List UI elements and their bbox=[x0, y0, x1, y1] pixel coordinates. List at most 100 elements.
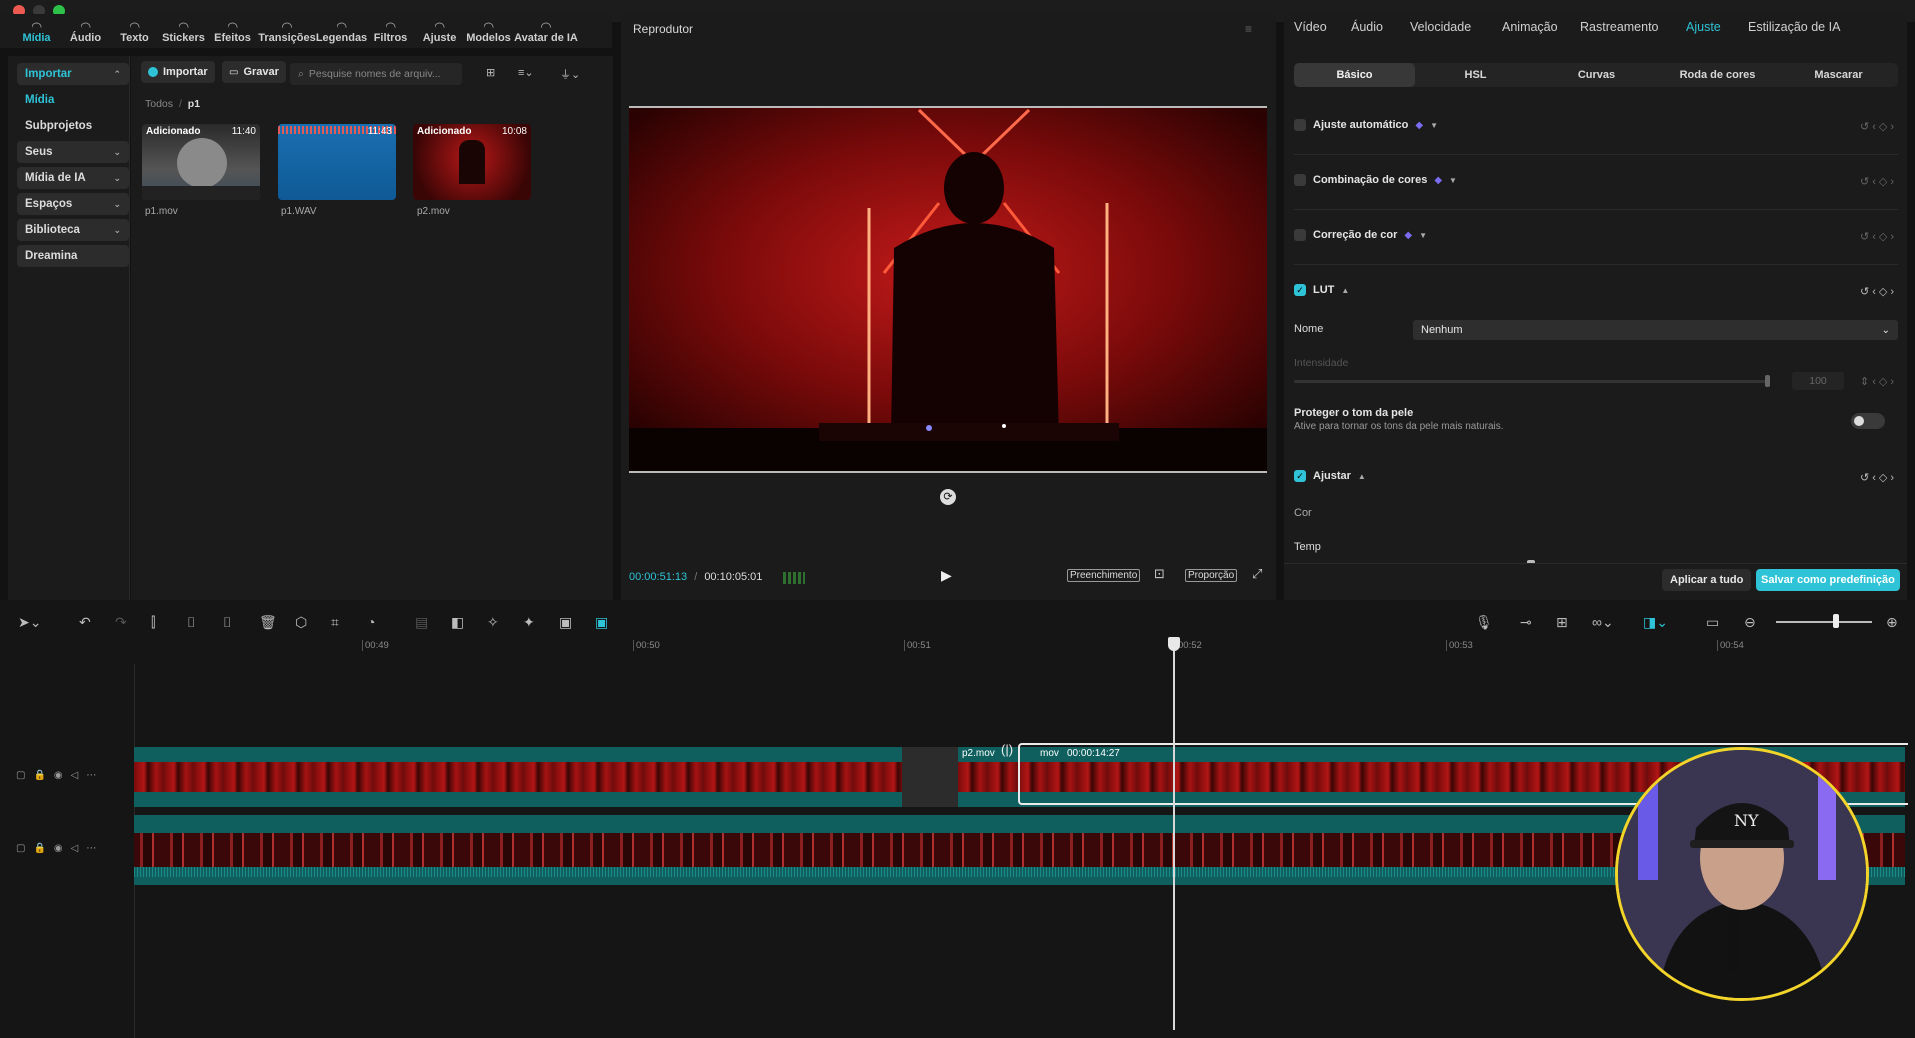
caption-tool-icon[interactable]: ▣ bbox=[559, 614, 572, 631]
tab-ajuste[interactable]: Ajuste bbox=[1686, 20, 1721, 34]
refresh-preview-icon[interactable]: ⟳ bbox=[940, 489, 956, 505]
sidebar-item-seus[interactable]: Seus ⌄ bbox=[17, 141, 129, 163]
filter-icon[interactable]: ⏚⌄ bbox=[560, 66, 580, 82]
split-right-icon[interactable]: ⌷ bbox=[223, 614, 231, 631]
chevron-down-icon[interactable]: ▼ bbox=[1419, 231, 1427, 240]
speed-icon[interactable]: ◔ bbox=[367, 614, 375, 630]
screenshot-icon[interactable]: ⊡ bbox=[1154, 566, 1165, 582]
color-combo-checkbox[interactable] bbox=[1294, 174, 1306, 186]
tool-sticker[interactable]: ◠ Stickers bbox=[159, 22, 208, 48]
subtab-hsl[interactable]: HSL bbox=[1415, 63, 1536, 87]
subtab-curvas[interactable]: Curvas bbox=[1536, 63, 1657, 87]
import-button[interactable]: Importar bbox=[141, 61, 215, 83]
chevron-down-icon[interactable]: ▼ bbox=[1449, 176, 1457, 185]
chevron-up-icon[interactable]: ▲ bbox=[1341, 286, 1349, 295]
tab-estiliza-o-de-ia[interactable]: Estilização de IA bbox=[1748, 20, 1840, 34]
tool-filters[interactable]: ◠ Filtros bbox=[366, 22, 415, 48]
record-button[interactable]: ▭ Gravar bbox=[222, 61, 286, 83]
sidebar-item-m-dia-de-ia[interactable]: Mídia de IA ⌄ bbox=[17, 167, 129, 189]
intensity-slider-handle[interactable] bbox=[1765, 375, 1770, 387]
playhead[interactable] bbox=[1173, 640, 1175, 1030]
media-search-input[interactable]: ⌕ Pesquise nomes de arquiv... bbox=[290, 63, 462, 85]
view-mode-icon[interactable]: ⊞ bbox=[486, 66, 495, 79]
chevron-up-icon[interactable]: ▲ bbox=[1358, 472, 1366, 481]
tool-captions[interactable]: ◠ Legendas bbox=[316, 22, 367, 48]
aspect-ratio-button[interactable]: Proporção bbox=[1185, 569, 1238, 582]
split-icon[interactable]: ⫿ bbox=[151, 614, 155, 631]
transition-handle-icon[interactable]: (|) bbox=[1001, 742, 1013, 757]
tool-adjust[interactable]: ◠ Ajuste bbox=[415, 22, 464, 48]
tab-v-deo[interactable]: Vídeo bbox=[1294, 20, 1327, 34]
subtab-roda-de-cores[interactable]: Roda de cores bbox=[1657, 63, 1778, 87]
split-left-icon[interactable]: ⌷ bbox=[187, 614, 195, 631]
color-correction-checkbox[interactable] bbox=[1294, 229, 1306, 241]
intensity-input[interactable]: 100 bbox=[1792, 372, 1844, 390]
crop-icon[interactable]: ⌗ bbox=[331, 614, 339, 631]
keyframe-controls[interactable]: ↺‹◇› bbox=[1860, 175, 1897, 188]
preview-axis-icon[interactable]: ◨⌄ bbox=[1643, 614, 1668, 631]
sort-icon[interactable]: ≡⌄ bbox=[518, 66, 534, 79]
video-preview[interactable] bbox=[629, 106, 1267, 473]
fullscreen-icon[interactable]: ⤢ bbox=[1252, 566, 1262, 582]
breadcrumb-root[interactable]: Todos bbox=[145, 98, 173, 110]
tab-velocidade[interactable]: Velocidade bbox=[1410, 20, 1471, 34]
media-thumb-p1-wav[interactable]: 11:43 bbox=[278, 124, 396, 200]
auto-adjust-checkbox[interactable] bbox=[1294, 119, 1306, 131]
undo-icon[interactable]: ↶ bbox=[79, 614, 91, 631]
save-preset-button[interactable]: Salvar como predefinição bbox=[1756, 569, 1900, 591]
tool-text[interactable]: ◠ Texto bbox=[110, 22, 159, 48]
subtab-mascarar[interactable]: Mascarar bbox=[1778, 63, 1899, 87]
tool-transitions[interactable]: ◠ Transições bbox=[257, 22, 317, 48]
magic-edit-icon[interactable]: ✦ bbox=[523, 614, 535, 631]
subtab-b-sico[interactable]: Básico bbox=[1294, 63, 1415, 87]
chain-icon[interactable]: ∞⌄ bbox=[1592, 614, 1614, 631]
playhead-handle[interactable] bbox=[1168, 637, 1180, 651]
sidebar-item-m-dia[interactable]: Mídia bbox=[17, 89, 129, 111]
mirror-icon[interactable]: ◧ bbox=[451, 614, 464, 631]
chevron-down-icon[interactable]: ▼ bbox=[1430, 121, 1438, 130]
adjust-checkbox[interactable]: ✓ bbox=[1294, 470, 1306, 482]
redo-icon[interactable]: ↷ bbox=[115, 614, 127, 631]
marker-icon[interactable]: ⬡ bbox=[295, 614, 307, 631]
tab-anima-o[interactable]: Animação bbox=[1502, 20, 1558, 34]
cutout-icon[interactable]: ✧ bbox=[487, 614, 499, 631]
fill-button[interactable]: Preenchimento bbox=[1067, 569, 1141, 582]
sidebar-item-importar[interactable]: Importar ⌃ bbox=[17, 63, 129, 85]
select-tool-icon[interactable]: ➤⌄ bbox=[18, 614, 41, 631]
tab--udio[interactable]: Áudio bbox=[1351, 20, 1383, 34]
tool-media[interactable]: ◠ Mídia bbox=[12, 22, 61, 48]
microphone-icon[interactable]: 🎙 bbox=[1475, 614, 1493, 631]
track-2-controls[interactable]: ▢🔒◉◁⋯ bbox=[16, 843, 104, 854]
skin-tone-toggle[interactable] bbox=[1851, 413, 1885, 429]
tab-rastreamento[interactable]: Rastreamento bbox=[1580, 20, 1659, 34]
tool-effects[interactable]: ◠ Efeitos bbox=[208, 22, 257, 48]
play-button[interactable]: ▶ bbox=[941, 567, 952, 584]
lut-name-select[interactable]: Nenhum ⌄ bbox=[1413, 320, 1898, 340]
media-thumb-p1-mov[interactable]: Adicionado 11:40 bbox=[142, 124, 260, 200]
screen-icon[interactable]: ▭ bbox=[1706, 614, 1719, 631]
apply-all-button[interactable]: Aplicar a tudo bbox=[1662, 569, 1752, 591]
zoom-in-icon[interactable]: ⊕ bbox=[1886, 614, 1898, 631]
keyframe-controls[interactable]: ↺‹◇› bbox=[1860, 471, 1897, 484]
tool-templates[interactable]: ◠ Modelos bbox=[464, 22, 513, 48]
snap-icon[interactable]: ⊞ bbox=[1556, 614, 1568, 631]
keyframe-controls[interactable]: ⇕‹◇› bbox=[1860, 375, 1897, 388]
keyframe-controls[interactable]: ↺‹◇› bbox=[1860, 230, 1897, 243]
zoom-out-icon[interactable]: ⊖ bbox=[1744, 614, 1756, 631]
auto-reframe-icon[interactable]: ▣ bbox=[595, 614, 608, 631]
track-1-controls[interactable]: ▢🔒◉◁⋯ bbox=[16, 770, 104, 781]
link-clips-icon[interactable]: ⊸ bbox=[1520, 614, 1532, 631]
keyframe-controls[interactable]: ↺‹◇› bbox=[1860, 120, 1897, 133]
sidebar-item-espa-os[interactable]: Espaços ⌄ bbox=[17, 193, 129, 215]
media-thumb-p2-mov[interactable]: Adicionado 10:08 bbox=[413, 124, 531, 200]
tool-audio[interactable]: ◠ Áudio bbox=[61, 22, 110, 48]
tool-ai-avatar[interactable]: ◠ Avatar de IA bbox=[513, 22, 579, 48]
freeze-icon[interactable]: ▤ bbox=[415, 614, 428, 631]
zoom-slider-handle[interactable] bbox=[1833, 614, 1839, 628]
delete-icon[interactable]: 🗑 bbox=[259, 614, 277, 631]
player-menu-icon[interactable]: ≡ bbox=[1245, 22, 1252, 36]
sidebar-item-biblioteca[interactable]: Biblioteca ⌄ bbox=[17, 219, 129, 241]
intensity-slider[interactable] bbox=[1294, 380, 1768, 383]
lut-checkbox[interactable]: ✓ bbox=[1294, 284, 1306, 296]
keyframe-controls[interactable]: ↺‹◇› bbox=[1860, 285, 1897, 298]
